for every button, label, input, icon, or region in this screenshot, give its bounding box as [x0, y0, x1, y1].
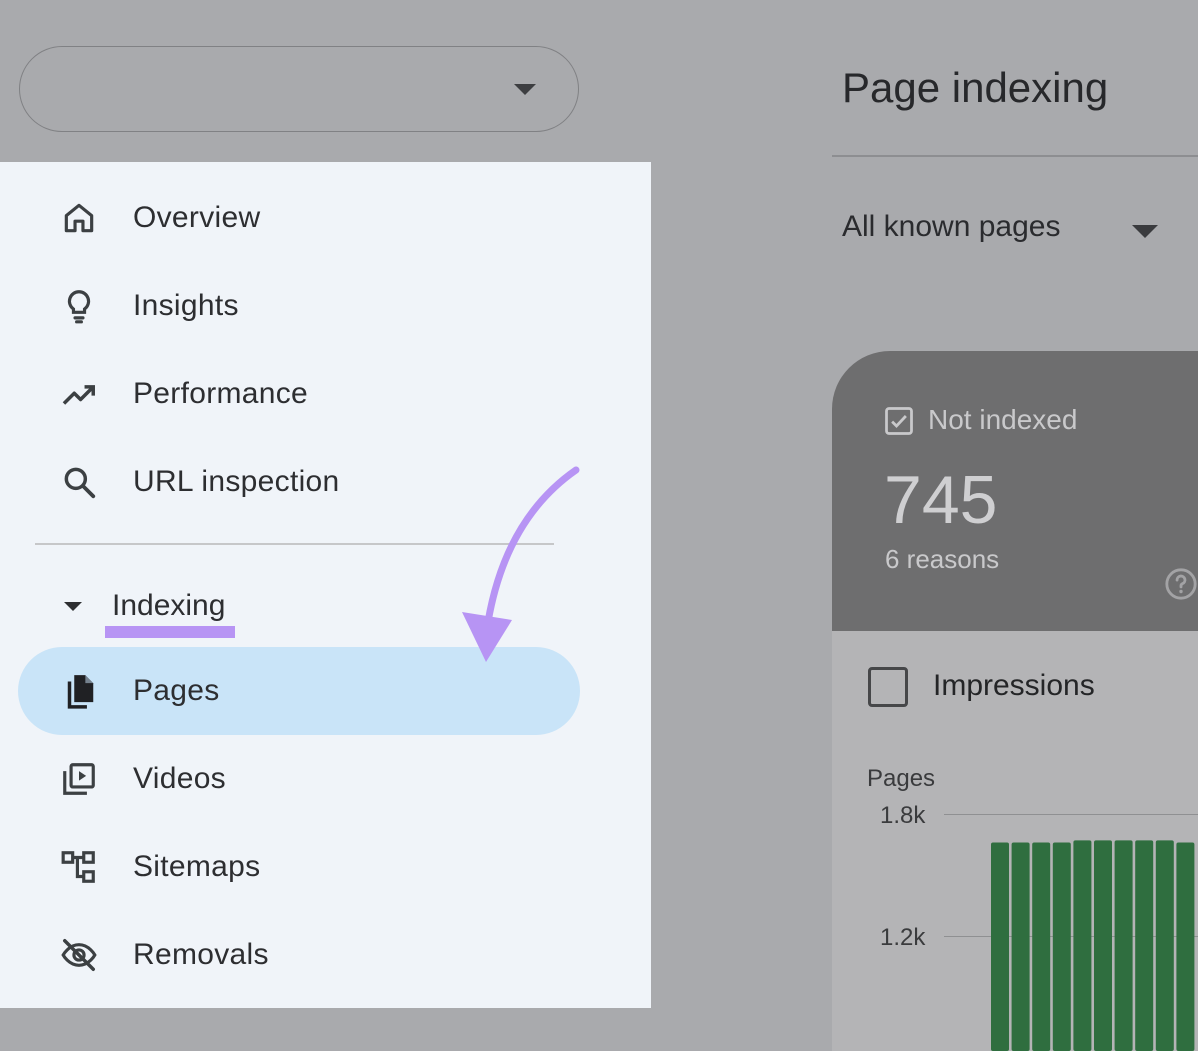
sidebar-item-label: Sitemaps — [133, 850, 260, 884]
sidebar-section-indexing[interactable]: Indexing — [58, 580, 225, 632]
visibility-off-icon — [60, 936, 98, 974]
sidebar-item-label: URL inspection — [133, 465, 340, 499]
chart-bar[interactable] — [991, 843, 1009, 1051]
chart-bar[interactable] — [1176, 843, 1194, 1051]
annotation-arrow — [460, 462, 590, 672]
chevron-down-icon[interactable] — [1132, 225, 1158, 238]
sidebar-item-label: Overview — [133, 201, 260, 235]
pages-icon — [60, 672, 98, 710]
property-selector[interactable] — [19, 46, 579, 132]
sidebar-item-removals[interactable]: Removals — [18, 911, 580, 999]
video-library-icon — [60, 760, 98, 798]
sidebar: Overview Insights Performance URL inspec… — [0, 162, 651, 1008]
chart-bar[interactable] — [1156, 840, 1174, 1051]
highlight-underline — [105, 626, 235, 638]
sitemap-icon — [60, 848, 98, 886]
trending-up-icon — [60, 375, 98, 413]
home-icon — [60, 199, 98, 237]
page-title: Page indexing — [842, 64, 1108, 112]
sidebar-item-performance[interactable]: Performance — [18, 350, 580, 438]
status-card: Not indexed 745 6 reasons Impressions Pa… — [832, 351, 1198, 1051]
lightbulb-icon — [60, 287, 98, 325]
sidebar-item-label: Performance — [133, 377, 308, 411]
pages-filter-select[interactable]: All known pages — [842, 210, 1060, 244]
search-icon — [60, 463, 98, 501]
chart-bar[interactable] — [1032, 843, 1050, 1051]
sidebar-item-label: Pages — [133, 674, 220, 708]
divider — [832, 155, 1198, 157]
caret-down-icon — [64, 602, 82, 611]
section-label: Indexing — [112, 589, 225, 623]
sidebar-item-sitemaps[interactable]: Sitemaps — [18, 823, 580, 911]
chart-bar[interactable] — [1094, 840, 1112, 1051]
sidebar-item-videos[interactable]: Videos — [18, 735, 580, 823]
chart-bar[interactable] — [1115, 840, 1133, 1051]
chart-bar[interactable] — [1012, 843, 1030, 1051]
chart-bar[interactable] — [1073, 840, 1091, 1051]
chevron-down-icon — [514, 84, 536, 95]
sidebar-item-label: Videos — [133, 762, 226, 796]
chart-bar[interactable] — [1053, 843, 1071, 1051]
sidebar-item-overview[interactable]: Overview — [18, 174, 580, 262]
sidebar-item-insights[interactable]: Insights — [18, 262, 580, 350]
sidebar-item-label: Removals — [133, 938, 269, 972]
sidebar-item-label: Insights — [133, 289, 239, 323]
pages-chart — [832, 351, 1198, 1051]
chart-bar[interactable] — [1135, 840, 1153, 1051]
